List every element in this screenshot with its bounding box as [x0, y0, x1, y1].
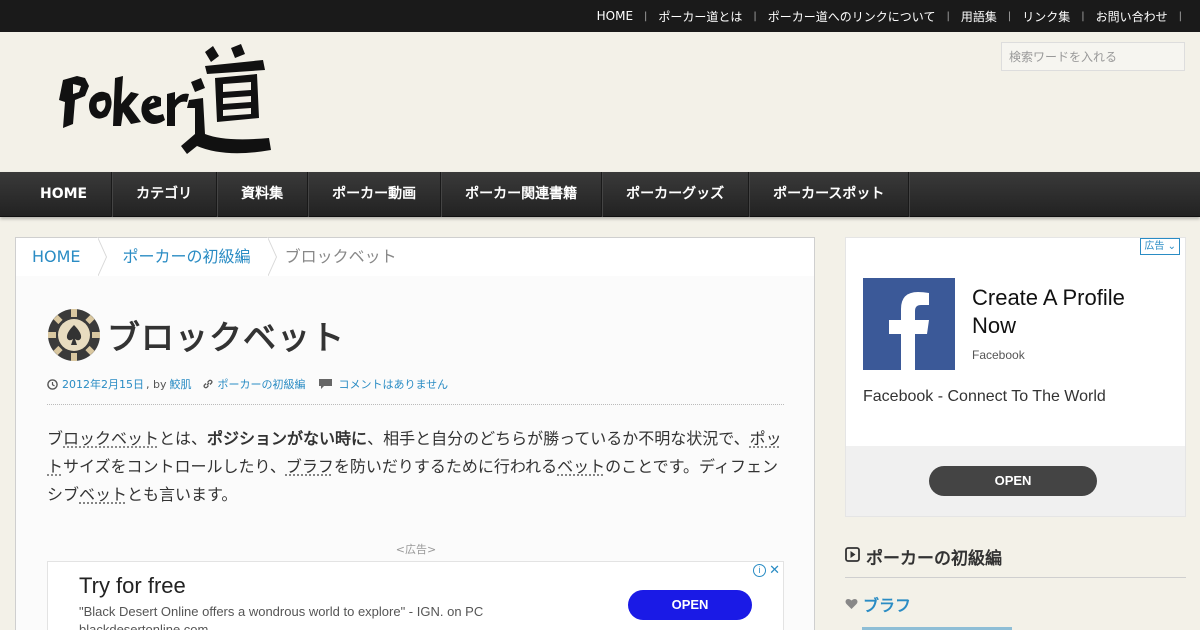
widget-title: ポーカーの初級編 [845, 544, 1186, 578]
topnav-label[interactable]: リンク集 [1011, 8, 1081, 25]
chevron-down-icon: ⌄ [1167, 241, 1176, 252]
mainnav-item-goods[interactable]: ポーカーグッズ [602, 172, 750, 217]
body-text: ブ [47, 429, 64, 448]
article-comments[interactable]: コメントはありません [339, 376, 449, 392]
ad-label: <広告> [395, 543, 437, 556]
meta-divider [47, 404, 784, 405]
facebook-logo-icon[interactable] [863, 278, 955, 370]
glossary-link[interactable]: ブラフ [286, 457, 334, 476]
body-text: 、相手と自分のどちらが勝っているか不明な状況で、 [367, 429, 750, 448]
widget-title-label: ポーカーの初級編 [866, 549, 1002, 569]
breadcrumb: HOME ポーカーの初級編 ブロックベット [15, 237, 815, 277]
mainnav-item-spots[interactable]: ポーカースポット [749, 172, 910, 217]
body-text: とは、 [159, 429, 208, 448]
widget-list-item[interactable]: ブラフ [845, 592, 911, 616]
article-author[interactable]: 鮫肌 [170, 376, 192, 392]
breadcrumb-home[interactable]: HOME [16, 237, 107, 277]
comment-icon [318, 379, 332, 389]
clock-icon [47, 378, 58, 390]
title-row: ブロックベット [47, 308, 345, 362]
site-logo[interactable] [55, 42, 275, 160]
link-icon [202, 379, 213, 389]
glossary-link[interactable]: ベット [557, 457, 605, 476]
body-text: サイズをコントロールしたり、 [63, 457, 286, 476]
sidebar-ad[interactable]: 広告 ⌄ Create A Profile Now Facebook Faceb… [845, 237, 1186, 517]
topnav-label[interactable]: ポーカー道へのリンクについて [757, 8, 947, 25]
poker-do-logo [59, 44, 271, 154]
inline-ad[interactable]: Try for free "Black Desert Online offers… [47, 561, 784, 630]
ad-badge[interactable]: 広告 ⌄ [1140, 238, 1180, 255]
ad-badge-label: 広告 [1144, 241, 1165, 252]
inline-ad-url[interactable]: blackdesertonline.com [79, 622, 208, 630]
topnav-label[interactable]: お問い合わせ [1085, 8, 1179, 25]
mainnav-item-materials[interactable]: 資料集 [217, 172, 309, 217]
article-meta: 2012年2月15日 , by 鮫肌 ポーカーの初級編 コメントはありません [47, 376, 448, 392]
facebook-f-icon [889, 292, 929, 370]
sidebar-ad-open-button[interactable]: OPEN [929, 466, 1097, 496]
topnav-item-links[interactable]: リンク集 | [1011, 8, 1084, 25]
inline-ad-open-button[interactable]: OPEN [628, 590, 752, 620]
sidebar-ad-title[interactable]: Create A Profile Now [972, 284, 1172, 340]
heart-icon [845, 598, 858, 609]
main-nav: HOME カテゴリ 資料集 ポーカー動画 ポーカー関連書籍 ポーカーグッズ ポー… [0, 172, 1200, 217]
inline-ad-quote: "Black Desert Online offers a wondrous w… [79, 604, 484, 619]
play-square-icon [845, 547, 860, 562]
mainnav-item-books[interactable]: ポーカー関連書籍 [441, 172, 603, 217]
topnav-item-home[interactable]: HOME | [586, 9, 648, 23]
glossary-link[interactable]: ロックベット [63, 429, 159, 448]
topnav-label[interactable]: ポーカー道とは [647, 8, 753, 25]
sidebar-ad-description: Facebook - Connect To The World [863, 388, 1106, 405]
top-nav: HOME | ポーカー道とは | ポーカー道へのリンクについて | 用語集 | リンク集… [586, 0, 1182, 32]
mainnav-item-videos[interactable]: ポーカー動画 [308, 172, 442, 217]
topnav-separator: | [1178, 10, 1182, 22]
poker-chip-icon [48, 309, 100, 361]
article-body: ブロックベットとは、ポジションがない時に、相手と自分のどちらが勝っているか不明な… [47, 425, 787, 509]
topnav-item-linking[interactable]: ポーカー道へのリンクについて | [757, 8, 950, 25]
topnav-item-glossary[interactable]: 用語集 | [950, 8, 1011, 25]
widget-list-item-label[interactable]: ブラフ [863, 592, 911, 616]
top-bar: HOME | ポーカー道とは | ポーカー道へのリンクについて | 用語集 | リンク集… [0, 0, 1200, 32]
topnav-label[interactable]: HOME [586, 9, 644, 23]
ad-close-icon[interactable]: ✕ [769, 562, 780, 578]
article-category[interactable]: ポーカーの初級編 [218, 376, 306, 392]
sidebar-ad-brand: Facebook [972, 348, 1025, 362]
article-by: , by [146, 377, 167, 391]
topnav-item-contact[interactable]: お問い合わせ | [1085, 8, 1182, 25]
article-title: ブロックベット [107, 318, 345, 357]
search-input[interactable] [1001, 42, 1185, 71]
topnav-item-about[interactable]: ポーカー道とは | [647, 8, 756, 25]
glossary-link[interactable]: ベット [79, 485, 127, 504]
body-bold: ポジションがない時に [207, 429, 368, 448]
widget-list-item-partial [862, 622, 1062, 630]
mainnav-item-home[interactable]: HOME [16, 172, 113, 217]
topnav-label[interactable]: 用語集 [950, 8, 1008, 25]
article-date[interactable]: 2012年2月15日 [62, 376, 144, 392]
mainnav-item-category[interactable]: カテゴリ [112, 172, 218, 217]
inline-ad-headline[interactable]: Try for free [79, 573, 186, 599]
main-nav-list: HOME カテゴリ 資料集 ポーカー動画 ポーカー関連書籍 ポーカーグッズ ポー… [16, 172, 910, 217]
body-text: を防いだりするために行われる [333, 457, 558, 476]
article: ブロックベット 2012年2月15日 , by 鮫肌 ポーカーの初級編 コメント… [15, 276, 815, 630]
body-text: とも言います。 [127, 485, 238, 504]
ad-info-icon[interactable]: i [753, 564, 766, 577]
breadcrumb-current: ブロックベット [284, 247, 397, 266]
breadcrumb-category[interactable]: ポーカーの初級編 [99, 237, 277, 277]
